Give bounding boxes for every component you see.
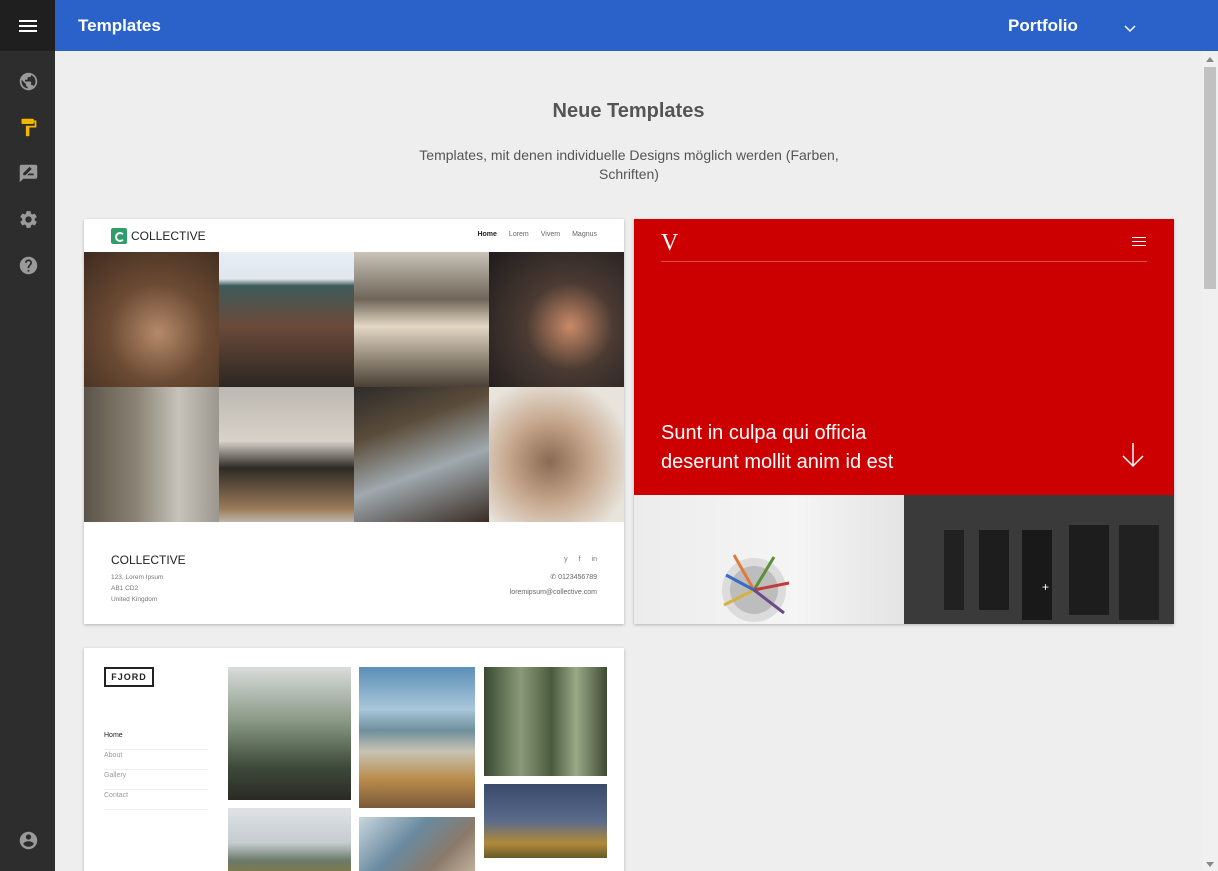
photo-typewriter-parts [904, 495, 1174, 624]
collective-footer-brand: COLLECTIVE [111, 553, 186, 567]
collective-nav-item: Magnus [572, 231, 597, 238]
tagline-line: deserunt mollit anim id est [661, 451, 894, 473]
help-icon[interactable] [17, 254, 39, 276]
menu-button[interactable] [0, 0, 55, 51]
photo-city-building [219, 252, 354, 387]
tagline-line: Sunt in culpa qui officia [661, 422, 867, 444]
template-card-vivem[interactable]: V Sunt in culpa qui officia deserunt mol… [634, 219, 1174, 624]
arrow-down-icon [1121, 442, 1145, 473]
photo-woman-bicycle [219, 387, 354, 522]
paint-roller-icon[interactable] [17, 116, 39, 138]
plus-icon: + [1042, 580, 1050, 594]
page-title: Templates [78, 16, 161, 35]
section-heading: Neue Templates [552, 100, 705, 122]
fjord-nav: Home About Gallery Contact [104, 730, 208, 810]
address-line: United Kingdom [111, 596, 158, 603]
collective-email: loremipsum@collective.com [509, 589, 597, 596]
section-description: Templates, mit denen individuelle Design… [419, 147, 839, 182]
site-selector[interactable]: Portfolio [1008, 16, 1078, 36]
edit-note-icon[interactable] [17, 162, 39, 184]
chevron-down-icon[interactable] [1124, 20, 1136, 38]
collective-navbar: COLLECTIVE Home Lorem Vivem Magnus [84, 219, 624, 252]
photo-leather-craft [84, 252, 219, 387]
photo-clay-hands [489, 387, 624, 522]
globe-icon[interactable] [17, 70, 39, 92]
collective-address: 123, Lorem Ipsum AB1 CD2 United Kingdom [111, 572, 163, 605]
fjord-logo: FJORD [104, 667, 154, 687]
photo-church-landscape [228, 808, 351, 871]
fjord-nav-item: Gallery [104, 770, 208, 790]
address-line: 123, Lorem Ipsum [111, 574, 164, 581]
photo-pine-forest [484, 667, 607, 776]
app-header: Templates Portfolio [55, 0, 1218, 51]
collective-nav-links: Home Lorem Vivem Magnus [477, 231, 597, 238]
twitter-icon: y [564, 556, 568, 563]
settings-icon[interactable] [17, 208, 39, 230]
scrollbar[interactable] [1202, 51, 1218, 871]
hamburger-icon [18, 19, 37, 32]
collective-nav-item: Lorem [508, 231, 529, 238]
collective-brand: COLLECTIVE [131, 229, 206, 243]
collective-nav-item: Home [477, 231, 497, 238]
photo-rocky-shore [359, 817, 475, 871]
vivem-logo: V [661, 230, 679, 256]
collective-nav-item: Vivem [540, 231, 561, 238]
collective-phone: ✆ 0123456789 [550, 573, 597, 581]
photo-screen-printing [354, 387, 489, 522]
fjord-nav-item: Contact [104, 790, 208, 810]
photo-coast [359, 667, 475, 808]
scrollbar-thumb[interactable] [1204, 67, 1216, 289]
template-card-collective[interactable]: COLLECTIVE Home Lorem Vivem Magnus COLLE… [84, 219, 624, 624]
divider [661, 261, 1147, 262]
sidebar [0, 0, 55, 871]
address-line: AB1 CD2 [111, 585, 139, 592]
fjord-nav-item: Home [104, 730, 208, 750]
scroll-down-arrow-icon[interactable] [1206, 862, 1214, 867]
collective-logo-icon [111, 228, 127, 244]
scroll-up-arrow-icon[interactable] [1206, 57, 1214, 62]
fjord-nav-item: About [104, 750, 208, 770]
phone-icon: ✆ [550, 574, 559, 581]
photo-workshop [354, 252, 489, 387]
photo-carving-hands [489, 252, 624, 387]
facebook-icon: f [578, 556, 581, 563]
vivem-tagline: Sunt in culpa qui officia deserunt molli… [661, 419, 961, 477]
photo-hills [484, 784, 607, 858]
collective-photo-grid [84, 252, 624, 522]
template-card-fjord[interactable]: FJORD Home About Gallery Contact [84, 648, 624, 871]
hamburger-icon [1132, 237, 1146, 246]
collective-social-icons: y f in [564, 556, 597, 563]
linkedin-icon: in [591, 556, 597, 563]
photo-pencils [634, 495, 904, 624]
account-icon[interactable] [17, 829, 39, 851]
photo-misty-forest [228, 667, 351, 800]
photo-sculptor [84, 387, 219, 522]
vivem-hero: V Sunt in culpa qui officia deserunt mol… [634, 219, 1174, 495]
phone-number: 0123456789 [558, 574, 597, 581]
